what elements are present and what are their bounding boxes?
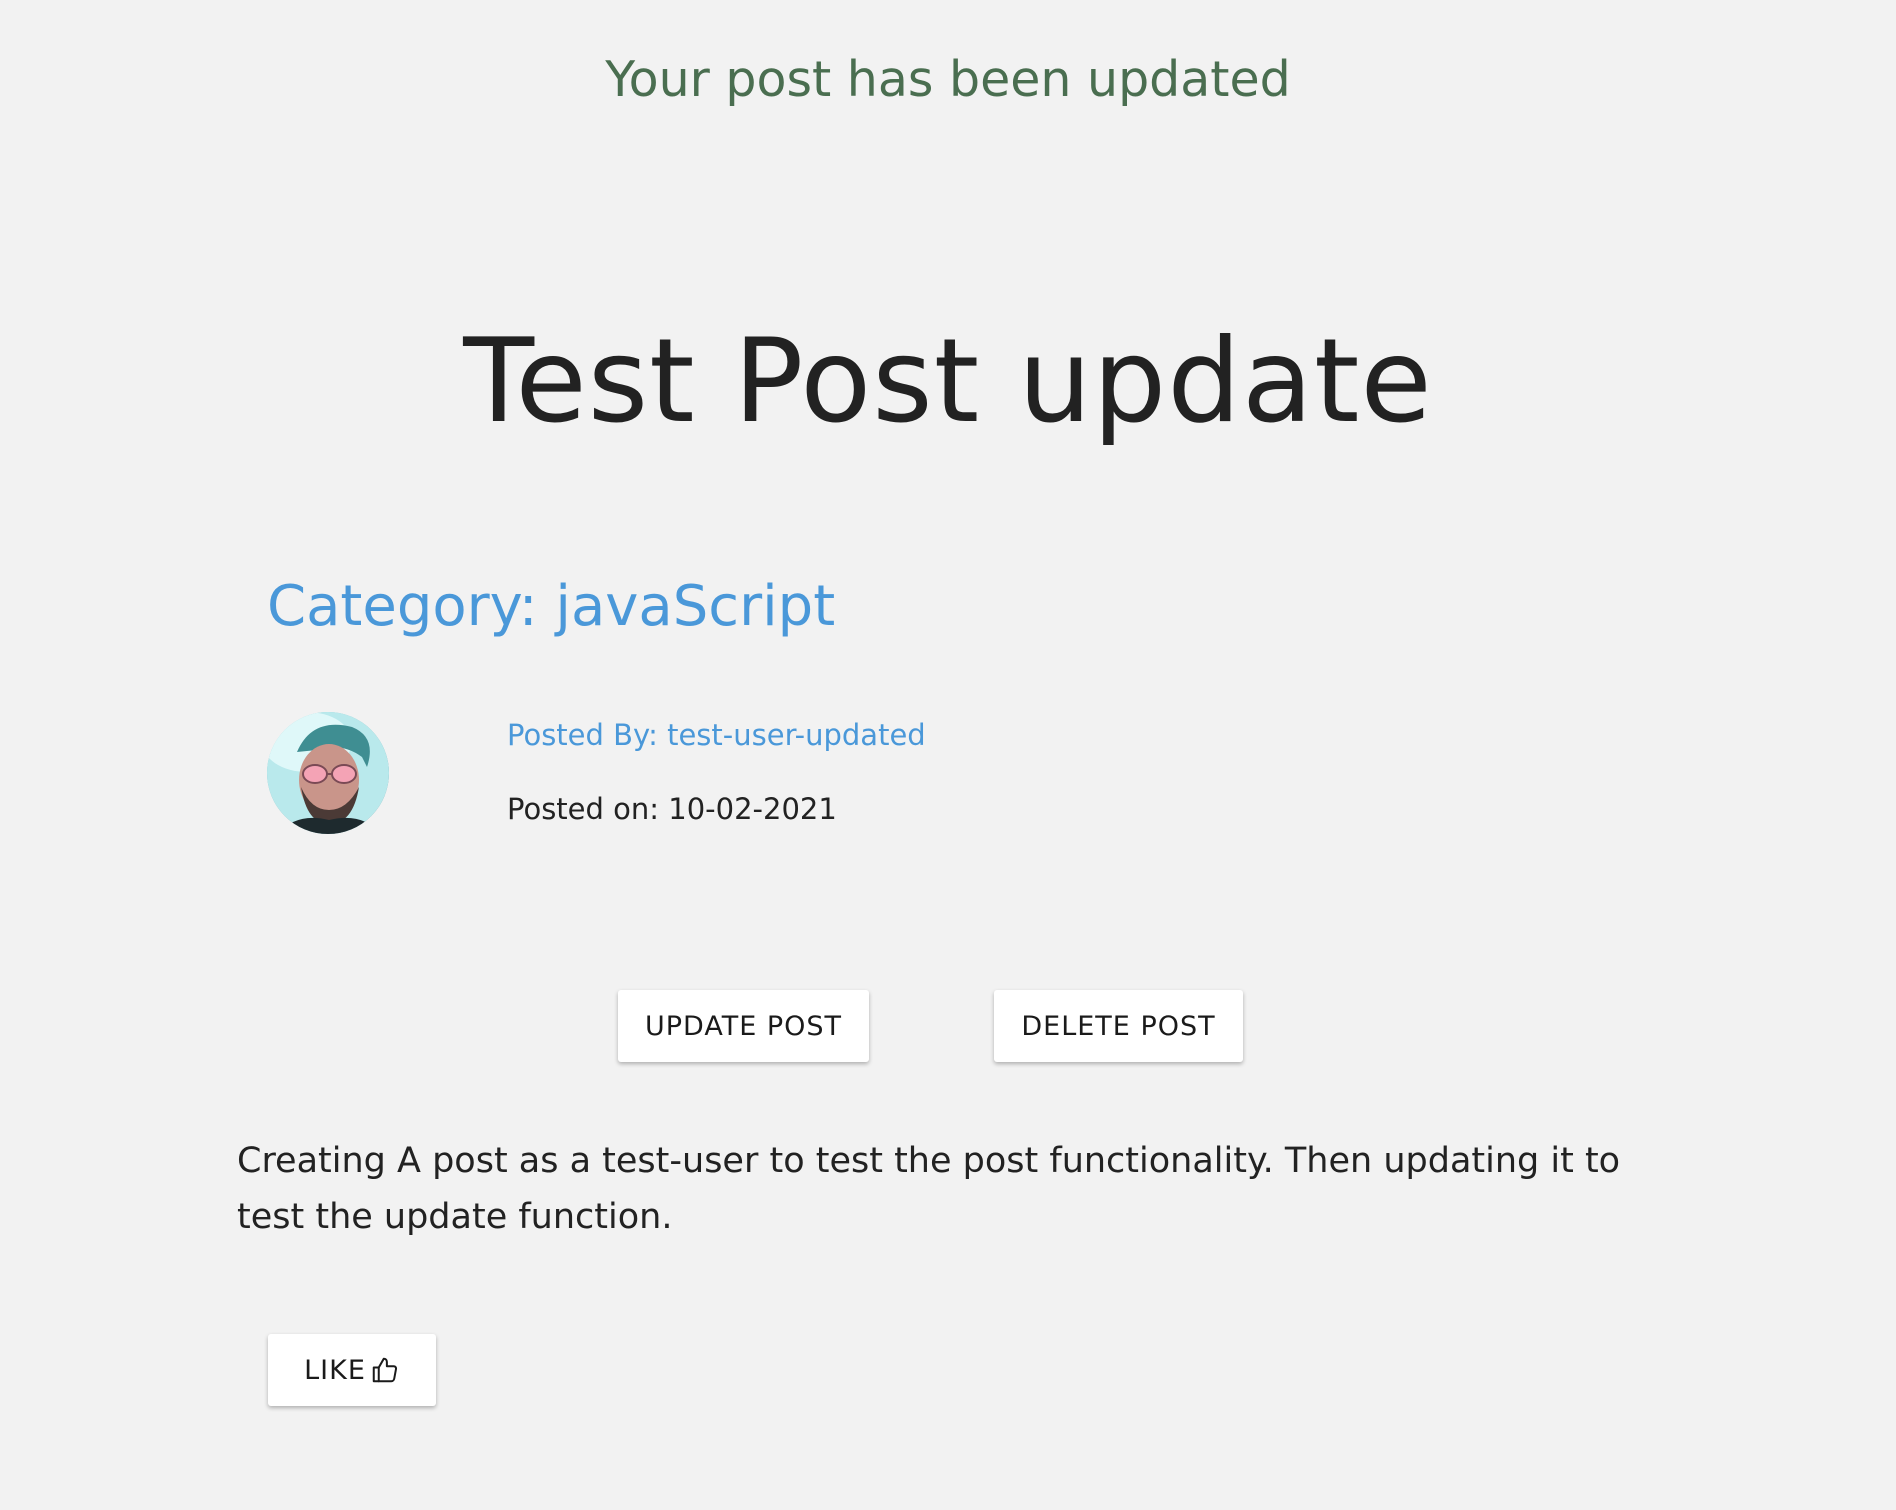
- post-category: Category: javaScript: [267, 574, 836, 639]
- posted-on-date: Posted on: 10-02-2021: [507, 792, 837, 826]
- flash-message: Your post has been updated: [605, 51, 1291, 108]
- posted-by-link[interactable]: Posted By: test-user-updated: [507, 716, 926, 754]
- update-post-button[interactable]: UPDATE POST: [618, 990, 869, 1062]
- delete-post-label: DELETE POST: [1021, 1010, 1216, 1042]
- delete-post-button[interactable]: DELETE POST: [994, 990, 1243, 1062]
- update-post-label: UPDATE POST: [644, 1010, 843, 1042]
- author-avatar: [267, 712, 389, 834]
- like-label: LIKE: [304, 1354, 366, 1386]
- avatar-portrait-icon: [267, 712, 389, 834]
- like-button[interactable]: LIKE: [268, 1334, 436, 1406]
- thumbs-up-icon: [370, 1355, 400, 1385]
- post-title: Test Post update: [463, 314, 1433, 449]
- post-body: Creating A post as a test-user to test t…: [237, 1141, 1621, 1237]
